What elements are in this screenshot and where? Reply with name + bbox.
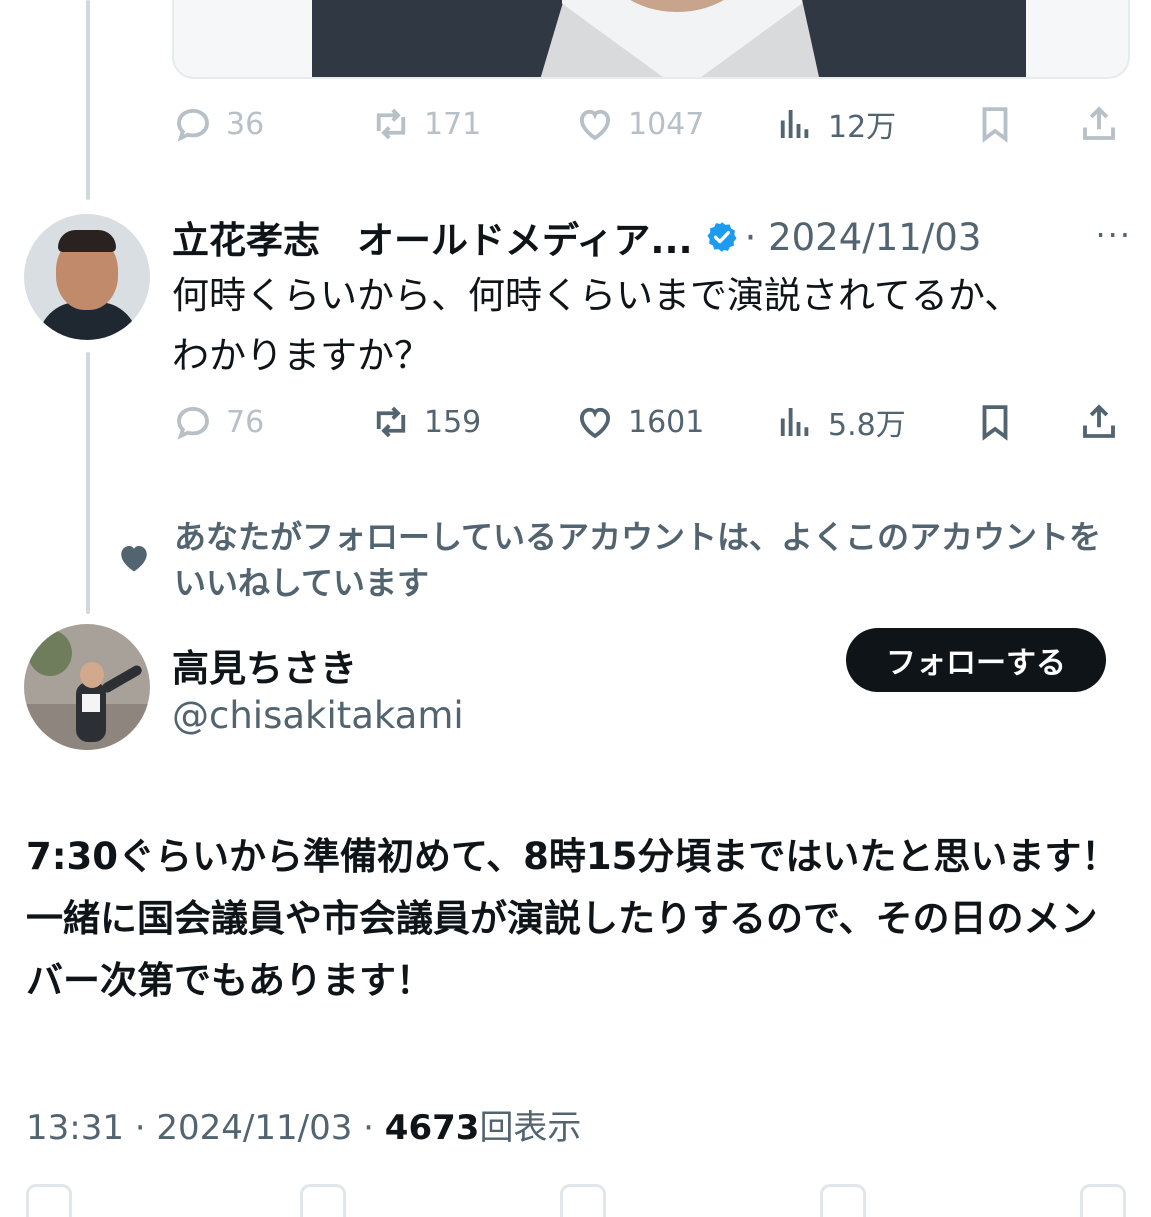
verified-badge-icon [706,222,737,252]
tweet-header: 立花孝志 オールドメディア... · 2024/11/03 ··· [172,210,1132,264]
tweet-date[interactable]: · 2024/11/03 [745,216,982,259]
social-context-text: あなたがフォローしているアカウントは、よくこのアカウントをいいねしています [174,518,1102,602]
analytics-icon [780,110,809,138]
avatar[interactable] [24,624,150,750]
reply-icon [177,406,209,440]
like-count: 1047 [628,106,705,142]
share-button[interactable] [1078,94,1120,154]
tweet-text-line: 何時くらいから、何時くらいまで演説されてるか、 [172,274,1022,317]
views-button[interactable]: 12万 [774,94,896,154]
reply-count: 36 [226,106,265,142]
retweet-icon[interactable] [300,1184,346,1217]
tweet-actions-prev: 36 171 1047 12万 [172,94,1122,154]
share-button[interactable] [1078,392,1120,452]
view-suffix: 回表示 [479,1108,582,1148]
tweet-text-line: わかりますか？ [172,334,431,377]
tweet-text: 7:30ぐらいから準備初めて、8時15分頃まではいたと思います！一緒に国会議員や… [26,835,1119,1002]
bookmark-icon[interactable] [820,1184,866,1217]
analytics-icon [780,408,809,436]
reply-icon [177,108,209,142]
like-count: 1601 [628,404,705,440]
like-button[interactable]: 1047 [574,94,704,154]
author-name[interactable]: 高見ちさき [172,638,357,692]
reply-button[interactable]: 36 [172,94,264,154]
tweet-timestamp: 13:31 · 2024/11/03 · 4673回表示 [26,1100,581,1149]
retweet-count: 171 [424,106,482,142]
author-handle[interactable]: @chisakitakami [172,694,464,737]
tweet-actions-reply: 76 159 1601 5.8万 [172,392,1122,452]
bottom-action-bar [0,1184,1151,1217]
views-button[interactable]: 5.8万 [774,392,906,452]
like-icon[interactable] [560,1184,606,1217]
bookmark-icon [982,405,1008,441]
reply-button[interactable]: 76 [172,392,264,452]
bookmark-button[interactable] [974,392,1016,452]
tweet-text: 何時くらいから、何時くらいまで演説されてるか、 わかりますか？ [172,266,1132,386]
retweet-button[interactable]: 171 [370,94,481,154]
heart-icon [579,109,611,141]
follow-button[interactable]: フォローする [846,628,1106,692]
heart-filled-icon [121,546,147,572]
view-count: 12万 [828,110,897,145]
thread-line-bottom [86,352,90,614]
reply-count: 76 [226,404,265,440]
avatar[interactable] [24,214,150,340]
bookmark-button[interactable] [974,94,1016,154]
retweet-icon [376,406,406,438]
view-count: 5.8万 [828,408,906,443]
author-name[interactable]: 立花孝志 オールドメディア... [172,210,693,264]
retweet-icon [376,108,406,140]
tweet-media-image[interactable] [172,0,1130,79]
view-count: 4673 [384,1108,480,1148]
thread-line-top [86,0,90,200]
retweet-count: 159 [424,404,482,440]
timestamp-date[interactable]: 13:31 · 2024/11/03 · [26,1108,385,1148]
media-photo [312,0,1026,77]
share-icon [1083,404,1115,438]
bookmark-icon [982,107,1008,143]
share-icon[interactable] [1080,1184,1126,1217]
like-button[interactable]: 1601 [574,392,704,452]
share-icon [1083,106,1115,140]
retweet-button[interactable]: 159 [370,392,481,452]
reply-icon[interactable] [26,1184,72,1217]
heart-icon [579,407,611,439]
more-options-icon[interactable]: ··· [1095,216,1132,254]
